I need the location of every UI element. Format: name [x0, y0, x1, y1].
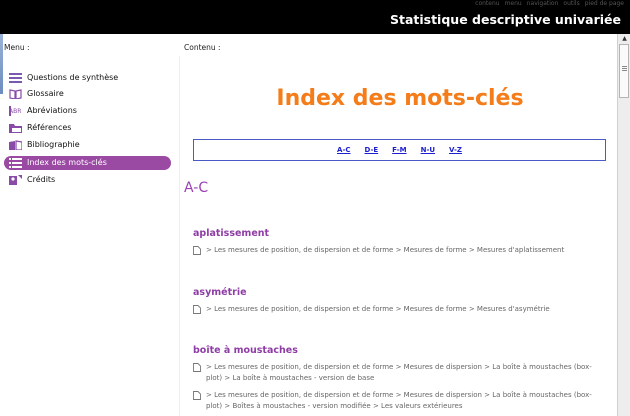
sidebar-item-bibliographie[interactable]: Bibliographie	[0, 138, 176, 152]
letter-link-d-e[interactable]: D-E	[365, 146, 379, 154]
books-icon	[9, 140, 22, 150]
index-icon	[9, 158, 22, 168]
scroll-up-icon[interactable]: ▲	[618, 34, 630, 43]
page-icon	[193, 391, 201, 400]
page-icon	[193, 246, 201, 255]
sidebar-item-label: Index des mots-clés	[27, 158, 107, 167]
alphabet-nav: A-C D-E F-M N-U V-Z	[193, 139, 606, 161]
page-icon	[193, 305, 201, 314]
sidebar-item-glossaire[interactable]: Glossaire	[0, 87, 176, 101]
entry-title: asymétrie	[193, 287, 247, 298]
sidebar-item-label: Questions de synthèse	[27, 73, 119, 82]
skip-link-content[interactable]: contenu	[475, 0, 499, 7]
letter-link-v-z[interactable]: V-Z	[449, 146, 462, 154]
section-heading: A-C	[184, 180, 209, 196]
skip-link-tools[interactable]: outils	[563, 0, 579, 7]
entry-path-text: > Les mesures de position, de dispersion…	[206, 305, 550, 313]
letter-link-a-c[interactable]: A-C	[337, 146, 350, 154]
entry-title: aplatissement	[193, 228, 270, 239]
scrollbar-thumb[interactable]	[619, 44, 629, 98]
letter-link-n-u[interactable]: N-U	[421, 146, 435, 154]
sidebar-item-abreviations[interactable]: ABR Abréviations	[0, 104, 176, 118]
sidebar-item-credits[interactable]: Crédits	[0, 173, 176, 187]
grip-icon	[622, 66, 627, 67]
sidebar-item-references[interactable]: Références	[0, 121, 176, 135]
sidebar-item-label: Glossaire	[27, 89, 64, 98]
left-edge-decoration	[0, 34, 3, 94]
skip-links: contenu menu navigation outils pied de page	[470, 0, 624, 8]
skip-link-menu[interactable]: menu	[505, 0, 522, 7]
entry-path-text: > Les mesures de position, de dispersion…	[206, 391, 592, 410]
book-icon	[9, 89, 22, 99]
sidebar-item-index-des-mots-cles[interactable]: Index des mots-clés	[4, 156, 171, 170]
scrollbar[interactable]: ▲	[617, 34, 630, 416]
folder-icon	[9, 124, 22, 133]
menu-heading: Menu :	[4, 43, 30, 52]
letter-link-f-m[interactable]: F-M	[392, 146, 406, 154]
header-bar: contenu menu navigation outils pied de page …	[0, 0, 630, 34]
page-icon	[193, 363, 201, 372]
entry-path-text: > Les mesures de position, de dispersion…	[206, 246, 565, 254]
sidebar-item-label: Références	[27, 123, 72, 132]
skip-link-navigation[interactable]: navigation	[527, 0, 559, 7]
credits-icon	[9, 175, 22, 185]
skip-link-footer[interactable]: pied de page	[585, 0, 624, 7]
app-title: Statistique descriptive univariée	[389, 12, 621, 27]
sidebar-item-label: Crédits	[27, 175, 56, 184]
sidebar-item-questions-de-synthese[interactable]: Questions de synthèse	[0, 71, 176, 85]
entry-path-text: > Les mesures de position, de dispersion…	[206, 363, 592, 382]
abbreviation-icon: ABR	[9, 106, 21, 116]
content-heading: Contenu :	[184, 43, 221, 52]
page-title: Index des mots-clés	[276, 86, 524, 111]
list-lines-icon	[9, 73, 22, 83]
entry-title: boîte à moustaches	[193, 345, 298, 356]
sidebar-item-label: Bibliographie	[27, 140, 80, 149]
sidebar-item-label: Abréviations	[27, 106, 77, 115]
